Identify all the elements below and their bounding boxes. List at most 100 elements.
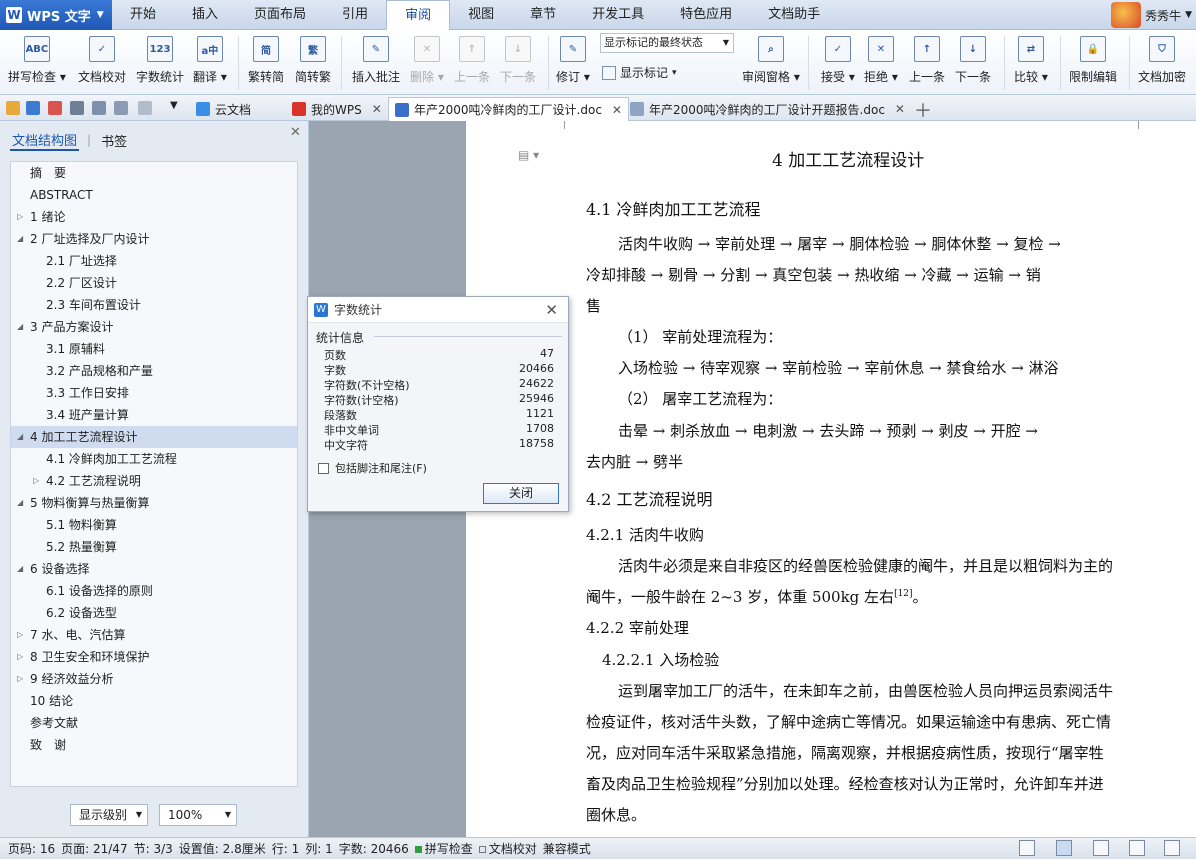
encrypt-doc-button[interactable]: ⛉ 文档加密 xyxy=(1138,32,1186,92)
tab-factory-design-doc[interactable]: 年产2000吨冷鲜肉的工厂设计.doc ✕ xyxy=(388,97,629,121)
outline-item[interactable]: 2.3 车间布置设计 xyxy=(11,294,297,316)
outline-item[interactable]: 参考文献 xyxy=(11,712,297,734)
expand-toggle-icon[interactable]: ▷ xyxy=(33,470,39,492)
include-footnotes-checkbox[interactable]: 包括脚注和尾注(F) xyxy=(318,460,427,476)
outline-item[interactable]: ◢ 6 设备选择 xyxy=(11,558,297,580)
menu-tab-5[interactable]: 视图 xyxy=(450,0,512,30)
page-view-icon[interactable] xyxy=(1056,840,1072,856)
redo-icon[interactable] xyxy=(138,101,152,115)
close-icon[interactable]: ✕ xyxy=(372,102,382,116)
outline-item[interactable]: ABSTRACT xyxy=(11,184,297,206)
outline-item[interactable]: 4.1 冷鲜肉加工工艺流程 xyxy=(11,448,297,470)
expand-toggle-icon[interactable]: ▷ xyxy=(17,624,23,646)
tab-bookmarks[interactable]: 书签 xyxy=(99,131,129,150)
next-change-button[interactable]: ↓ 下一条 xyxy=(955,32,991,92)
menu-tab-1[interactable]: 插入 xyxy=(174,0,236,30)
print-icon[interactable] xyxy=(70,101,84,115)
outline-item[interactable]: 3.1 原辅料 xyxy=(11,338,297,360)
show-markup-button[interactable]: 显示标记 ▾ xyxy=(602,64,677,81)
tab-document-map[interactable]: 文档结构图 xyxy=(10,130,80,151)
tab-my-wps[interactable]: 我的WPS ✕ xyxy=(286,97,388,121)
document-options-icon[interactable]: ▤ ▾ xyxy=(518,148,539,162)
expand-toggle-icon[interactable]: ◢ xyxy=(17,228,23,250)
print-preview-icon[interactable] xyxy=(92,101,106,115)
menu-tab-2[interactable]: 页面布局 xyxy=(236,0,324,30)
status-page[interactable]: 页面: 21/47 xyxy=(61,840,127,857)
simp-to-trad-button[interactable]: 繁简转繁 xyxy=(295,32,331,92)
expand-toggle-icon[interactable]: ▷ xyxy=(17,668,23,690)
close-icon[interactable]: ✕ xyxy=(895,102,905,116)
quick-access-dropdown-icon[interactable]: ▼ xyxy=(170,100,178,111)
menu-tab-7[interactable]: 开发工具 xyxy=(574,0,662,30)
outline-item[interactable]: 6.1 设备选择的原则 xyxy=(11,580,297,602)
display-level-select[interactable]: 显示级别 ▼ xyxy=(70,804,148,826)
expand-toggle-icon[interactable]: ◢ xyxy=(17,492,23,514)
outline-item[interactable]: 致 谢 xyxy=(11,734,297,756)
outline-item[interactable]: ◢ 2 厂址选择及厂内设计 xyxy=(11,228,297,250)
outline-item[interactable]: 5.1 物料衡算 xyxy=(11,514,297,536)
outline-item[interactable]: 5.2 热量衡算 xyxy=(11,536,297,558)
track-changes-button[interactable]: ✎ 修订 ▾ xyxy=(556,32,590,92)
checkbox-box[interactable] xyxy=(318,462,329,474)
expand-toggle-icon[interactable]: ◢ xyxy=(17,316,23,338)
document-page[interactable]: ▤ ▾ 4 加工工艺流程设计 4.1 冷鲜肉加工工艺流程 活肉牛收购 → 宰前处… xyxy=(466,121,1196,837)
restrict-editing-button[interactable]: 🔒 限制编辑 xyxy=(1069,32,1117,92)
insert-comment-button[interactable]: ✎ 插入批注 xyxy=(352,32,400,92)
wps-app-menu-button[interactable]: W WPS 文字 ▼ xyxy=(0,0,112,30)
outline-view-icon[interactable] xyxy=(1093,840,1109,856)
zoom-select[interactable]: 100% ▼ xyxy=(159,804,237,826)
reject-button[interactable]: ✕ 拒绝 ▾ xyxy=(864,32,898,92)
spell-check-button[interactable]: ABC 拼写检查 ▾ xyxy=(8,32,66,92)
outline-item[interactable]: ▷ 7 水、电、汽估算 xyxy=(11,624,297,646)
expand-toggle-icon[interactable]: ▷ xyxy=(17,206,23,228)
outline-item[interactable]: ▷ 4.2 工艺流程说明 xyxy=(11,470,297,492)
trad-to-simp-button[interactable]: 简繁转简 xyxy=(248,32,284,92)
outline-item[interactable]: 3.2 产品规格和产量 xyxy=(11,360,297,382)
save-icon[interactable] xyxy=(26,101,40,115)
close-dialog-button[interactable]: 关闭 xyxy=(483,483,559,504)
outline-item[interactable]: ▷ 1 绪论 xyxy=(11,206,297,228)
outline-item[interactable]: ◢ 4 加工工艺流程设计 xyxy=(11,426,297,448)
close-icon[interactable]: ✕ xyxy=(290,125,301,140)
outline-item[interactable]: 2.1 厂址选择 xyxy=(11,250,297,272)
menu-tab-9[interactable]: 文档助手 xyxy=(750,0,838,30)
outline-item[interactable]: 6.2 设备选型 xyxy=(11,602,297,624)
outline-item[interactable]: 3.3 工作日安排 xyxy=(11,382,297,404)
tab-cloud-docs[interactable]: 云文档 xyxy=(190,97,257,121)
prev-change-button[interactable]: ↑ 上一条 xyxy=(909,32,945,92)
compare-button[interactable]: ⇄ 比较 ▾ xyxy=(1014,32,1048,92)
menu-tab-0[interactable]: 开始 xyxy=(112,0,174,30)
markup-mode-select[interactable]: 显示标记的最终状态 ▼ xyxy=(600,33,734,53)
word-count-button[interactable]: 123 字数统计 xyxy=(136,32,184,92)
open-folder-icon[interactable] xyxy=(6,101,20,115)
review-pane-button[interactable]: ⌕ 审阅窗格 ▾ xyxy=(742,32,800,92)
outline-item[interactable]: 摘 要 xyxy=(11,162,297,184)
outline-item[interactable]: 10 结论 xyxy=(11,690,297,712)
translate-button[interactable]: a中 翻译 ▾ xyxy=(193,32,227,92)
undo-icon[interactable] xyxy=(114,101,128,115)
status-spell-check[interactable]: 拼写检查 xyxy=(414,840,473,857)
fullscreen-icon[interactable] xyxy=(1019,840,1035,856)
close-icon[interactable]: ✕ xyxy=(545,301,558,319)
menu-tab-6[interactable]: 章节 xyxy=(512,0,574,30)
accept-button[interactable]: ✓ 接受 ▾ xyxy=(821,32,855,92)
new-tab-icon[interactable]: ＋ xyxy=(914,97,932,123)
outline-item[interactable]: 3.4 班产量计算 xyxy=(11,404,297,426)
expand-toggle-icon[interactable]: ◢ xyxy=(17,426,23,448)
menu-tab-8[interactable]: 特色应用 xyxy=(662,0,750,30)
expand-toggle-icon[interactable]: ◢ xyxy=(17,558,23,580)
outline-item[interactable]: ◢ 3 产品方案设计 xyxy=(11,316,297,338)
export-pdf-icon[interactable] xyxy=(48,101,62,115)
outline-item[interactable]: ◢ 5 物料衡算与热量衡算 xyxy=(11,492,297,514)
doc-proof-button[interactable]: ✓ 文档校对 xyxy=(78,32,126,92)
status-doc-proof[interactable]: 文档校对 xyxy=(478,840,537,857)
reading-view-icon[interactable] xyxy=(1164,840,1180,856)
web-view-icon[interactable] xyxy=(1129,840,1145,856)
user-area[interactable]: 秀秀牛 ▼ xyxy=(1111,0,1196,30)
outline-item[interactable]: 2.2 厂区设计 xyxy=(11,272,297,294)
status-word-count[interactable]: 字数: 20466 xyxy=(339,840,409,857)
tab-proposal-doc[interactable]: 年产2000吨冷鲜肉的工厂设计开题报告.doc ✕ xyxy=(624,97,911,121)
outline-item[interactable]: ▷ 9 经济效益分析 xyxy=(11,668,297,690)
menu-tab-4[interactable]: 审阅 xyxy=(386,0,451,31)
expand-toggle-icon[interactable]: ▷ xyxy=(17,646,23,668)
